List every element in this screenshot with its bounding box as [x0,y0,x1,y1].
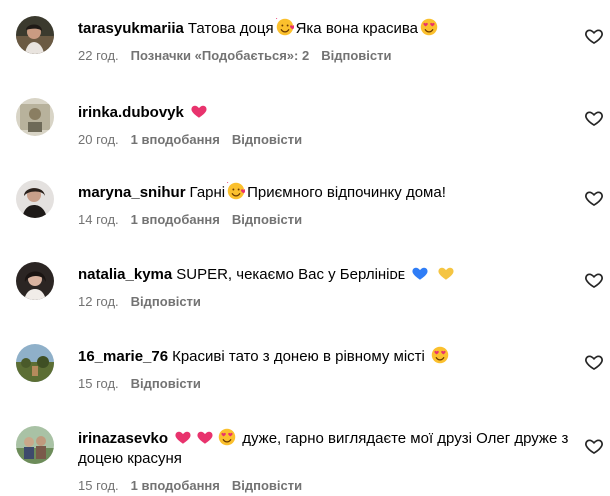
comment-time: 20 год. [78,132,119,147]
comment-username[interactable]: irinka.dubovyk [78,104,184,121]
reply-button[interactable]: Відповісти [232,478,302,494]
comment-meta: 15 год. Відповісти [78,376,570,392]
comment-likes-count[interactable]: 1 вподобання [131,132,220,148]
comment-time: 14 год. [78,212,119,227]
reply-button[interactable]: Відповісти [321,48,391,64]
comment-meta: 15 год. 1 вподобання Відповісти [78,478,570,494]
comment-text-part: Яка вона красива [295,20,419,37]
heart-eyes-icon [431,346,449,364]
comment-text-part: SUPER, чекаємо Вас у Берлініᴅᴇ [176,266,406,283]
avatar[interactable] [16,180,54,218]
comment-text: 16_marie_76 Красиві тато з донею в рівном… [78,346,570,367]
comment-body: maryna_snihur Гарні Приємного відпочинку д… [78,182,570,228]
pink-heart-icon [174,428,192,446]
like-heart-icon[interactable] [584,26,604,46]
comment-body: irinka.dubovyk 20 год. 1 вподобання Відпов… [78,102,570,148]
comment-text: natalia_kyma SUPER, чекаємо Вас у Берліні… [78,264,570,285]
pink-heart-icon [196,428,214,446]
blue-heart-icon [411,264,429,282]
yellow-heart-icon [437,264,455,282]
reply-button[interactable]: Відповісти [131,376,201,392]
comment-meta: 14 год. 1 вподобання Відповісти [78,212,570,228]
comment-meta: 20 год. 1 вподобання Відповісти [78,132,570,148]
comment-text-part: Приємного відпочинку дома! [247,184,446,201]
like-heart-icon[interactable] [584,188,604,208]
like-heart-icon[interactable] [584,108,604,128]
avatar[interactable] [16,262,54,300]
like-heart-icon[interactable] [584,436,604,456]
comment-username[interactable]: tarasyukmariia [78,20,184,37]
comment-text: irinka.dubovyk [78,102,570,123]
comment-meta: 22 год. Позначки «Подобається»: 2 Відповіс… [78,48,570,64]
smiling-face-with-hearts-icon [227,182,246,200]
like-heart-icon[interactable] [584,352,604,372]
comment-text-part: Татова доця [187,20,274,37]
heart-eyes-icon [420,18,438,36]
comment-text: tarasyukmariia Татова доця Яка вона красив… [78,18,570,39]
avatar[interactable] [16,344,54,382]
like-heart-icon[interactable] [584,270,604,290]
comment-username[interactable]: irinazasevko [78,430,168,447]
comment-text-part: Красиві тато з донею в рівному місті [172,348,425,365]
comment-body: natalia_kyma SUPER, чекаємо Вас у Берліні… [78,264,570,310]
comment-time: 15 год. [78,478,119,493]
avatar[interactable] [16,16,54,54]
comment-body: irinazasevko дуже, гарно виглядаєте мої … [78,428,570,494]
comment-text: irinazasevko дуже, гарно виглядаєте мої … [78,428,570,469]
pink-heart-icon [190,102,208,120]
comment-likes-count[interactable]: 1 вподобання [131,478,220,494]
comment-username[interactable]: 16_marie_76 [78,348,168,365]
comment-time: 12 год. [78,294,119,309]
comment-likes-count[interactable]: Позначки «Подобається»: 2 [131,48,310,64]
comment-time: 15 год. [78,376,119,391]
comment-username[interactable]: maryna_snihur [78,184,186,201]
comments-list: tarasyukmariia Татова доця Яка вона красив… [0,0,610,496]
heart-eyes-icon [218,428,236,446]
reply-button[interactable]: Відповісти [232,132,302,148]
reply-button[interactable]: Відповісти [131,294,201,310]
comment-time: 22 год. [78,48,119,63]
comment-meta: 12 год. Відповісти [78,294,570,310]
comment-username[interactable]: natalia_kyma [78,266,172,283]
avatar[interactable] [16,426,54,464]
smiling-face-with-hearts-icon [275,18,294,36]
avatar[interactable] [16,98,54,136]
comment-text: maryna_snihur Гарні Приємного відпочинку д… [78,182,570,203]
comment-body: tarasyukmariia Татова доця Яка вона красив… [78,18,570,64]
comment-likes-count[interactable]: 1 вподобання [131,212,220,228]
reply-button[interactable]: Відповісти [232,212,302,228]
comment-body: 16_marie_76 Красиві тато з донею в рівном… [78,346,570,392]
comment-text-part: Гарні [189,184,226,201]
